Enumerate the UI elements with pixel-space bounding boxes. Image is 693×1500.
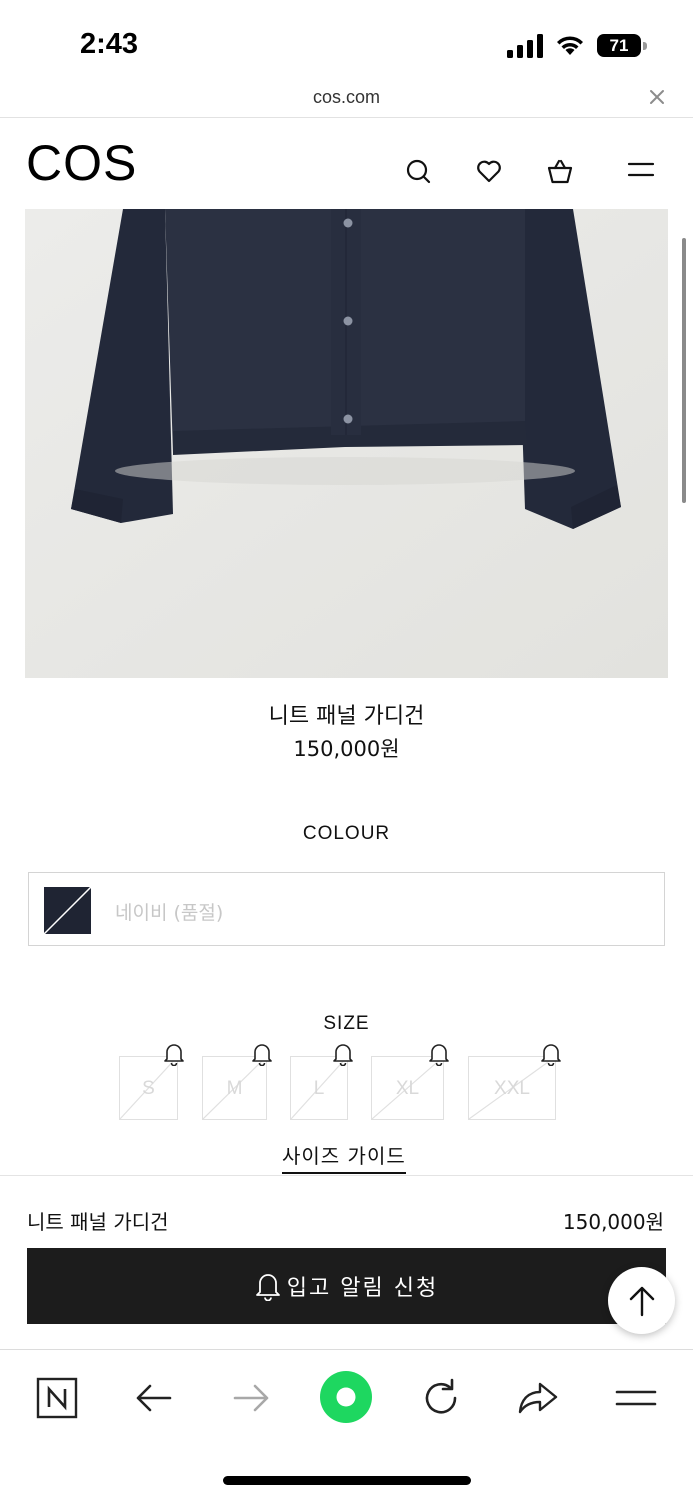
restock-notify-label: 입고 알림 신청 — [286, 1276, 439, 1301]
sticky-divider — [0, 1175, 693, 1176]
bag-icon[interactable] — [546, 157, 574, 185]
sticky-product-price: 150,000원 — [562, 1210, 664, 1234]
battery-indicator: 71 — [597, 34, 647, 57]
size-label: SIZE — [323, 1013, 370, 1034]
wifi-icon — [557, 36, 583, 55]
url-text[interactable]: cos.com — [0, 87, 693, 108]
cardigan-photo — [25, 209, 668, 678]
product-price: 150,000원 — [293, 737, 400, 761]
size-guide-link[interactable]: 사이즈 가이드 — [282, 1140, 406, 1174]
product-title: 니트 패널 가디건 — [268, 704, 425, 729]
colour-option-label: 네이비 (품절) — [115, 902, 224, 924]
cos-logo[interactable]: COS — [26, 137, 137, 189]
colour-selector[interactable]: 네이비 (품절) — [28, 872, 665, 946]
green-home-icon[interactable] — [319, 1370, 373, 1424]
arrow-up-icon — [629, 1286, 655, 1317]
reload-icon[interactable] — [419, 1376, 463, 1420]
naver-n-icon[interactable] — [35, 1376, 79, 1420]
bell-icon[interactable] — [540, 1042, 562, 1066]
hamburger-menu-icon[interactable] — [614, 1376, 658, 1420]
status-bar: 2:43 71 — [0, 0, 693, 80]
site-header: COS — [0, 119, 693, 209]
battery-level: 71 — [609, 36, 629, 55]
bell-icon — [255, 1274, 280, 1301]
close-icon[interactable] — [648, 88, 666, 106]
bell-icon[interactable] — [251, 1042, 273, 1066]
bell-icon[interactable] — [332, 1042, 354, 1066]
forward-arrow-icon[interactable] — [229, 1376, 273, 1420]
product-image[interactable] — [25, 209, 668, 678]
share-icon[interactable] — [516, 1376, 560, 1420]
restock-notify-button[interactable]: 입고 알림 신청 — [27, 1248, 666, 1324]
cellular-signal-icon — [507, 34, 543, 58]
search-icon[interactable] — [404, 157, 432, 185]
url-bar[interactable]: cos.com — [0, 80, 693, 118]
heart-icon[interactable] — [475, 157, 503, 185]
scroll-to-top-button[interactable] — [608, 1267, 675, 1334]
bell-icon[interactable] — [163, 1042, 185, 1066]
colour-swatch-navy[interactable] — [44, 887, 91, 934]
menu-icon[interactable] — [627, 157, 655, 185]
bell-icon[interactable] — [428, 1042, 450, 1066]
page-scrollbar[interactable] — [682, 238, 686, 503]
status-time: 2:43 — [80, 28, 139, 60]
back-arrow-icon[interactable] — [132, 1376, 176, 1420]
colour-label: COLOUR — [302, 823, 391, 844]
home-indicator — [223, 1476, 471, 1485]
sticky-product-name: 니트 패널 가디건 — [27, 1210, 169, 1234]
browser-toolbar — [0, 1349, 693, 1500]
